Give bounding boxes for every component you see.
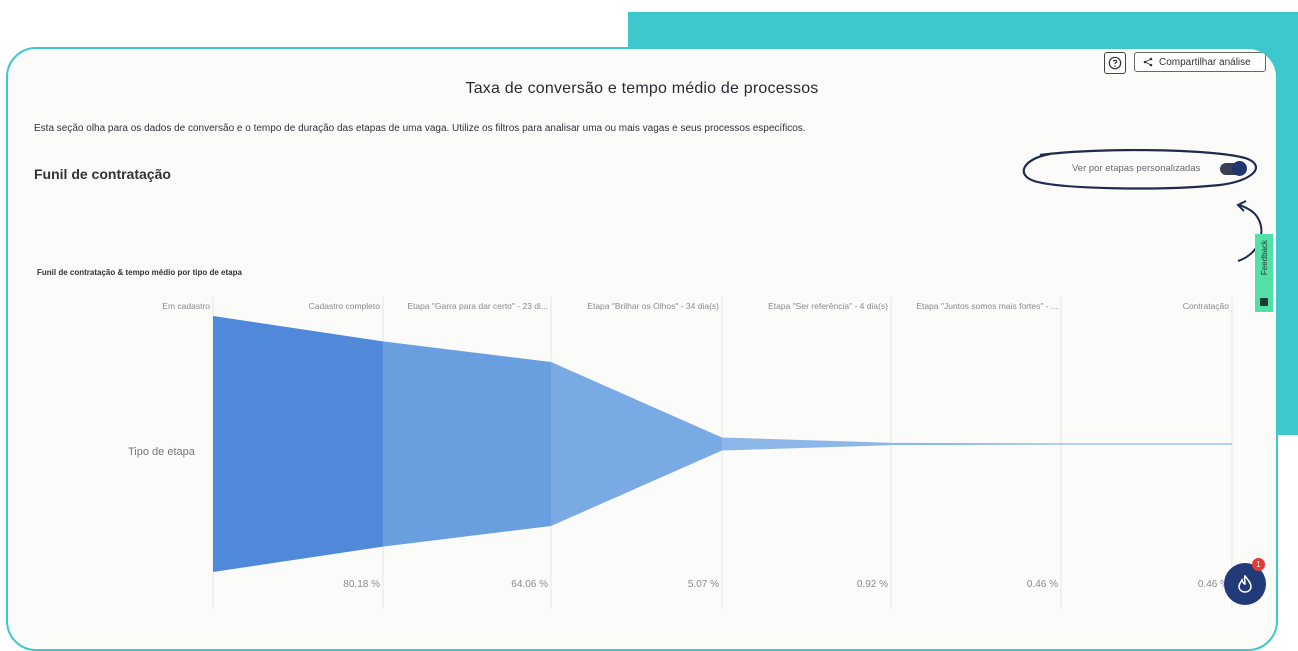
stage-label: Em cadastro: [162, 301, 210, 311]
percent-label: 0.46 %: [1197, 579, 1229, 590]
dashboard-panel: Compartilhar análise Taxa de conversão e…: [6, 47, 1278, 651]
stage-label: Cadastro completo: [308, 301, 380, 311]
funnel-segment[interactable]: [722, 437, 891, 451]
percent-label: 64.06 %: [511, 579, 548, 590]
stage-label: Contratação: [1182, 301, 1229, 311]
funnel-segment[interactable]: [551, 362, 722, 526]
percent-label: 0.46 %: [1026, 579, 1058, 590]
funnel-segment[interactable]: [383, 341, 551, 547]
stage-label: Etapa "Garra para dar certo" - 23 di...: [407, 301, 548, 311]
percent-label: 5.07 %: [687, 579, 719, 590]
notification-badge: 1: [1252, 558, 1265, 571]
row-label: Tipo de etapa: [128, 446, 195, 458]
chat-icon: [1238, 575, 1252, 593]
percent-label: 80.18 %: [343, 579, 380, 590]
funnel-segment[interactable]: [891, 442, 1061, 446]
funnel-chart: [212, 297, 1233, 609]
percent-label: 0.92 %: [856, 579, 888, 590]
funnel-segment[interactable]: [213, 316, 383, 572]
funnel-segment[interactable]: [1061, 443, 1232, 445]
stage-label: Etapa "Ser referência" - 4 dia(s): [768, 301, 888, 311]
stage-label: Etapa "Brilhar os Olhos" - 34 dia(s): [587, 301, 719, 311]
stage-label: Etapa "Juntos somos mais fortes" - ...: [916, 301, 1058, 311]
